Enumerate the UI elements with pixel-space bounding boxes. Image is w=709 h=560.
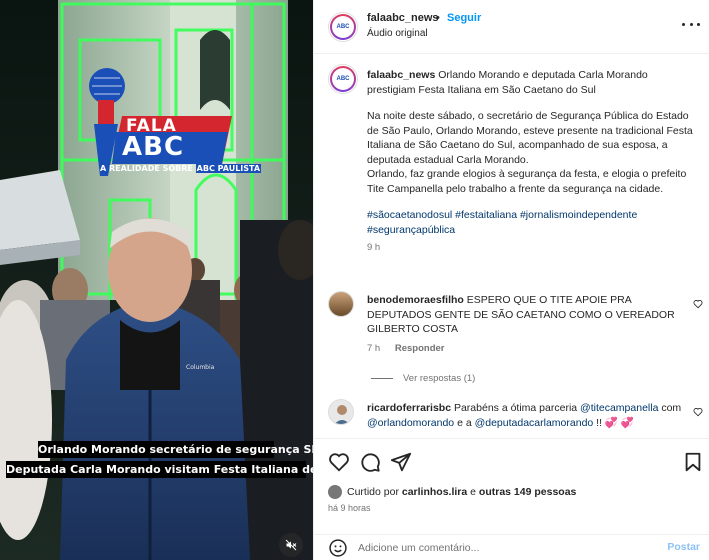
separator-dot: • [436,12,440,24]
comments-section[interactable]: ABC falaabc_news Orlando Morando e deput… [314,55,709,438]
mention-link[interactable]: @titecampanella [580,402,658,414]
video-caption-line-2: Deputada Carla Morando visitam Festa Ita… [6,461,313,478]
mention-link[interactable]: @deputadacarlamorando [475,417,594,429]
like-comment-heart-icon[interactable] [693,407,703,417]
logo-tagline: A REALIDADE SOBRE ABC PAULISTA [100,164,262,173]
comment-bubble-icon[interactable] [359,451,381,473]
replies-divider-line [371,377,393,379]
fala-abc-avatar-icon: ABC [332,68,354,90]
post-actions: Curtido por carlinhos.lira e outras 149 … [314,438,709,560]
fala-abc-avatar-icon: ABC [332,16,354,38]
like-heart-icon[interactable] [328,451,350,473]
liked-by-summary: Curtido por carlinhos.lira e outras 149 … [328,485,576,499]
comment-meta: 7 h Responder [367,343,456,354]
comment-time[interactable]: 7 h [367,343,380,354]
author-username[interactable]: falaabc_news [367,12,439,24]
liker-avatar[interactable] [328,485,342,499]
post-side-panel: ABC falaabc_news • Seguir Áudio original… [313,0,709,560]
comment-item: ricardoferrarisbc Parabéns a ótima parce… [367,402,682,429]
mention-link[interactable]: @orlandomorando [367,417,454,429]
comment-item: benodemoraesfilho ESPERO QUE O TITE APOI… [367,293,677,337]
post-media[interactable]: Columbia FALA ABC A REALIDADE SOBRE ABC … [0,0,313,560]
view-replies-button[interactable]: Ver respostas (1) [371,373,475,384]
comment-input[interactable] [358,537,658,559]
caption-username[interactable]: falaabc_news [367,69,435,81]
post-header: ABC falaabc_news • Seguir Áudio original [314,0,709,54]
caption-hashtags[interactable]: #sãocaetanodosul #festaitaliana #jornali… [367,208,697,237]
audio-label[interactable]: Áudio original [367,28,428,39]
other-likers-link[interactable]: outras 149 pessoas [479,486,576,498]
video-caption-line-1: Orlando Morando secretário de segurança … [38,441,313,458]
save-bookmark-icon[interactable] [682,451,704,473]
comment-username[interactable]: benodemoraesfilho [367,294,464,306]
like-comment-heart-icon[interactable] [693,299,703,309]
share-send-icon[interactable] [390,451,412,473]
emoji-smiley-icon[interactable] [328,538,348,558]
caption-paragraph-2: Orlando, faz grande elogios à segurança … [367,168,687,195]
post-caption: falaabc_news Orlando Morando e deputada … [367,68,697,256]
add-comment-bar: Postar [314,534,709,560]
more-options-icon[interactable] [682,16,700,32]
post-timestamp[interactable]: há 9 horas [328,503,371,513]
caption-time[interactable]: 9 h [367,241,697,256]
commenter-avatar[interactable] [328,291,354,317]
jacket-brand-text: Columbia [186,364,215,371]
speaker-muted-icon [285,539,297,551]
caption-paragraph-1: Na noite deste sábado, o secretário de S… [367,110,693,166]
caption-author-avatar[interactable]: ABC [328,64,358,94]
post-comment-button[interactable]: Postar [667,541,700,553]
follow-button[interactable]: Seguir [447,12,481,24]
logo-word-abc: ABC [122,132,185,162]
commenter-avatar[interactable] [328,399,354,425]
author-avatar[interactable]: ABC [328,12,358,42]
reply-button[interactable]: Responder [395,343,445,354]
comment-username[interactable]: ricardoferrarisbc [367,402,451,414]
mute-button[interactable] [279,533,303,557]
liker-username[interactable]: carlinhos.lira [402,486,467,498]
fala-abc-logo: FALA ABC A REALIDADE SOBRE ABC PAULISTA [82,66,262,186]
